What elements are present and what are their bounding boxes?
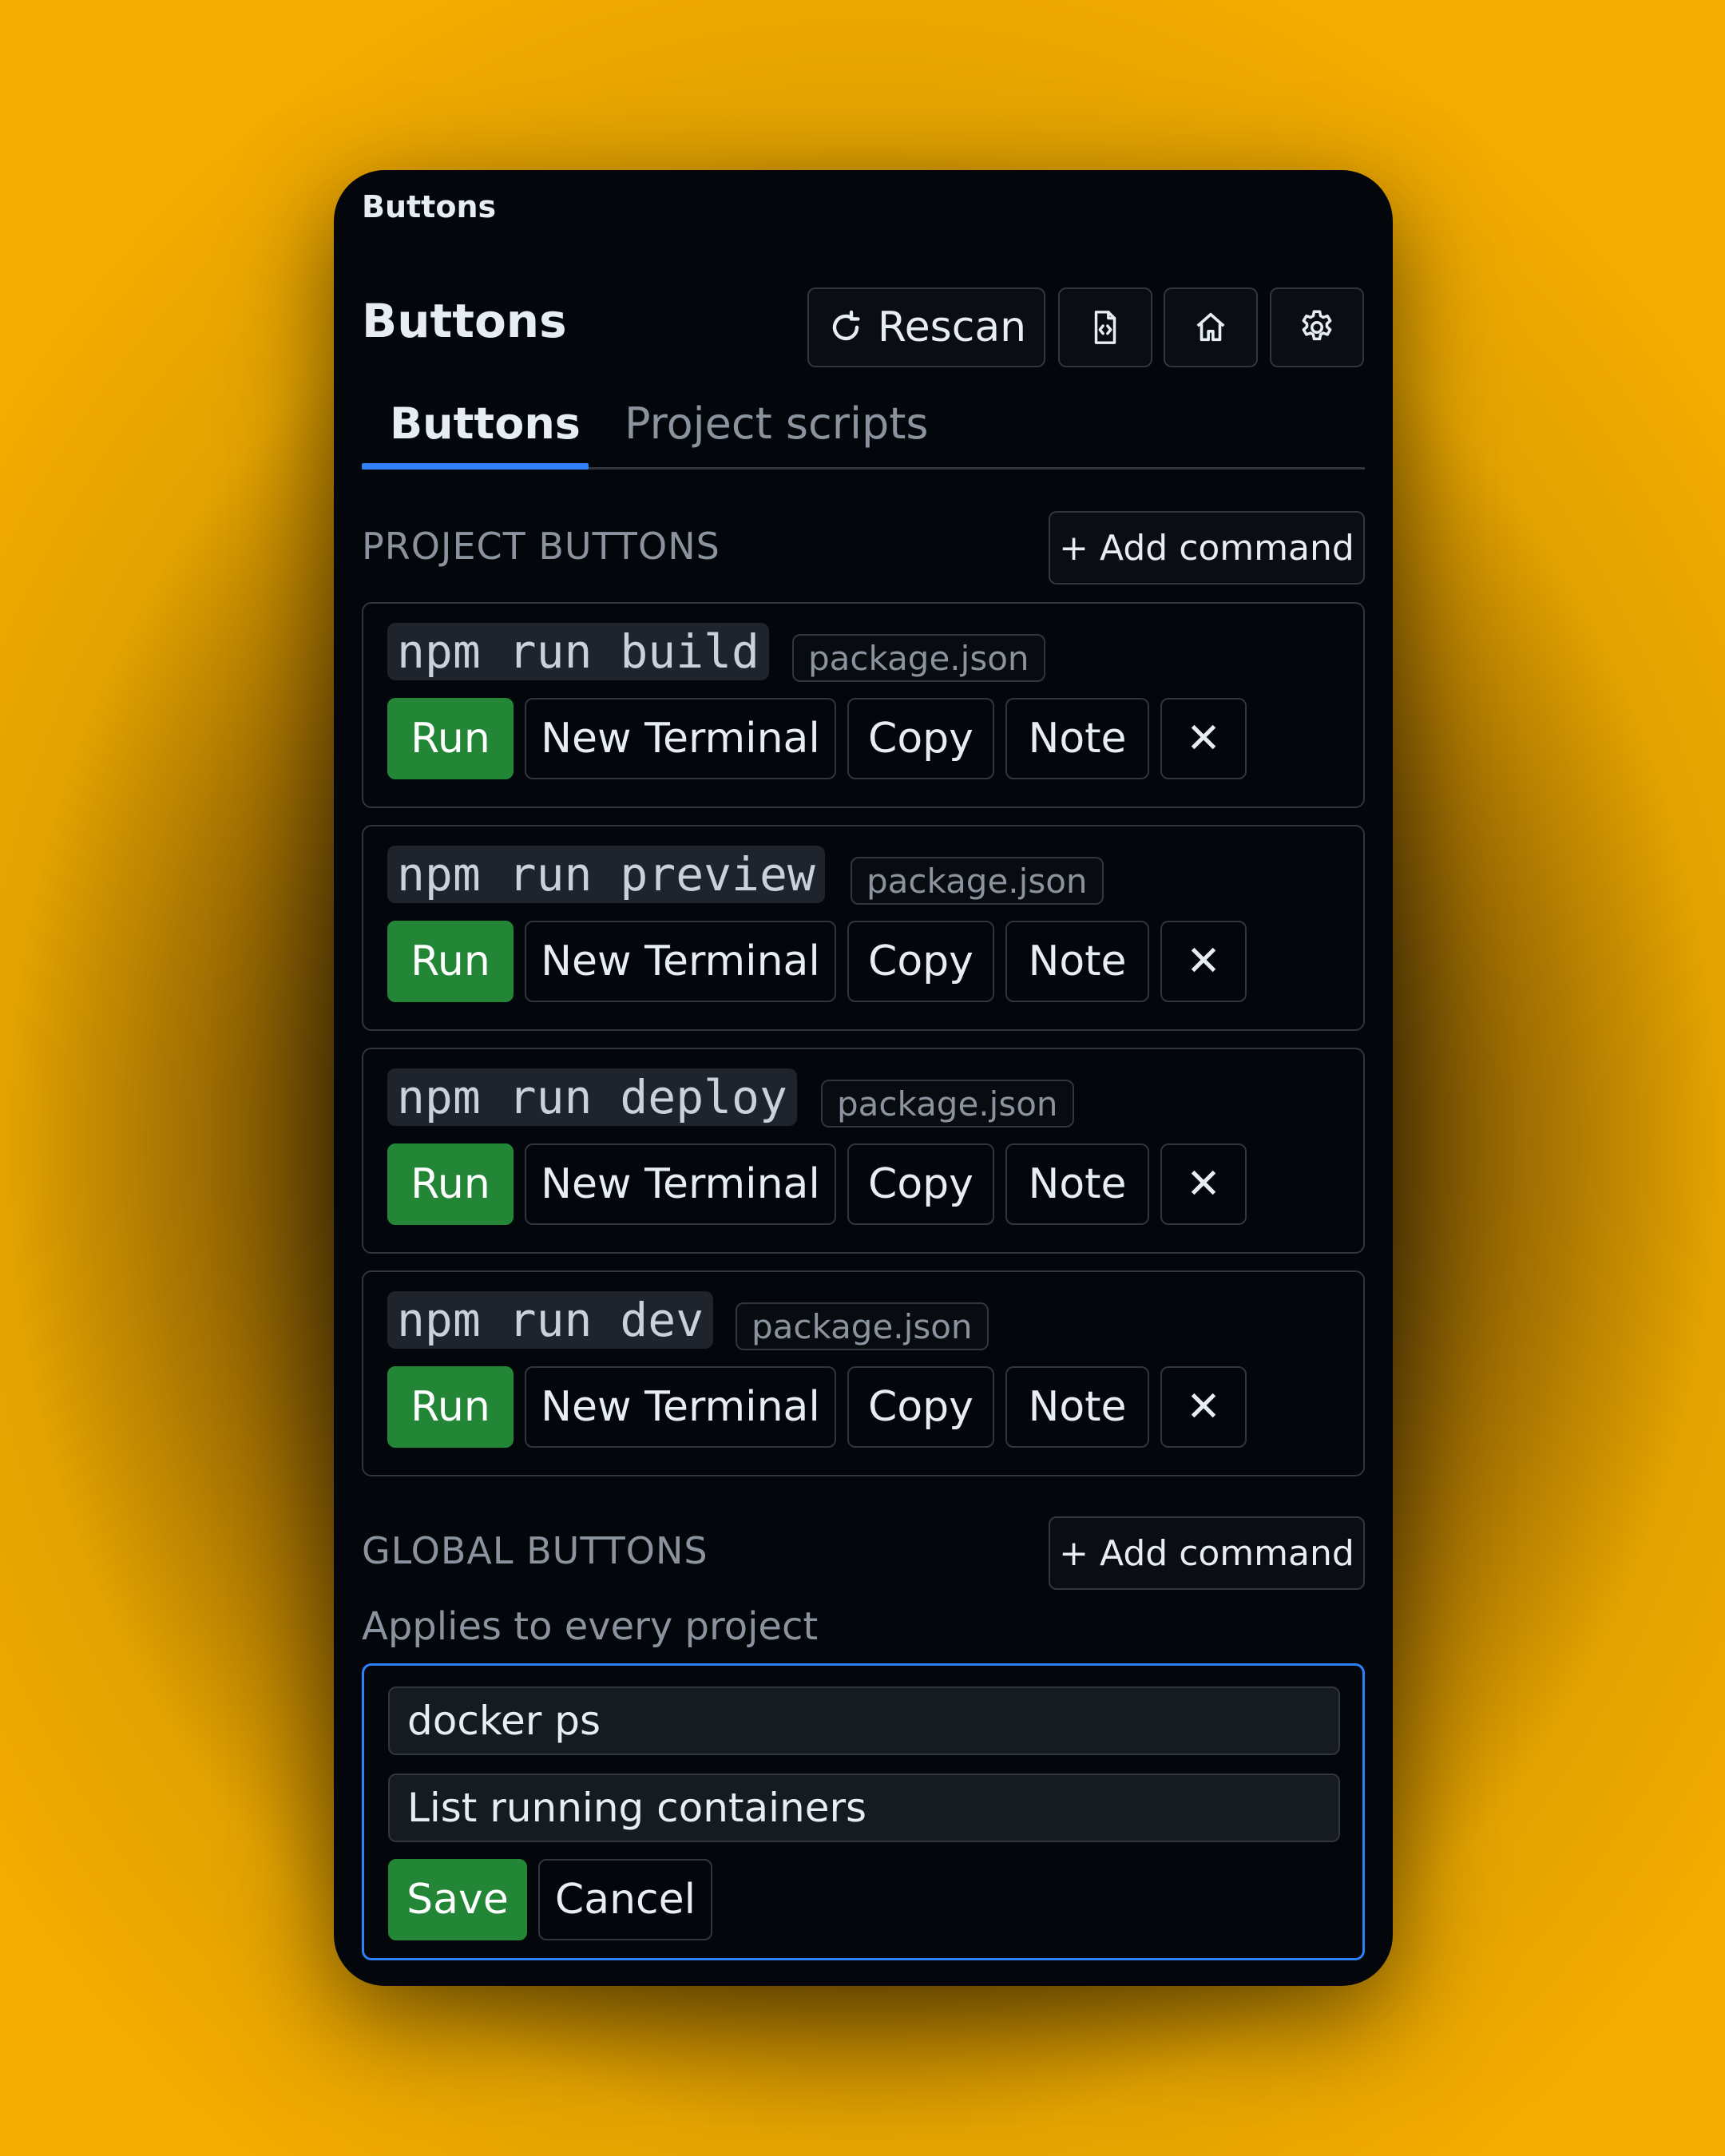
global-buttons-heading: GLOBAL BUTTONS (362, 1529, 708, 1572)
close-icon: ✕ (1186, 1160, 1221, 1208)
copy-button[interactable]: Copy (847, 1366, 994, 1448)
home-button[interactable] (1164, 287, 1258, 367)
remove-button[interactable]: ✕ (1160, 698, 1247, 779)
close-icon: ✕ (1186, 715, 1221, 763)
new-terminal-button[interactable]: New Terminal (525, 698, 836, 779)
new-command-form: docker ps List running containers Save C… (362, 1663, 1365, 1960)
command-text: npm run build (387, 623, 769, 680)
file-code-icon (1087, 309, 1124, 346)
source-badge: package.json (736, 1302, 989, 1350)
command-input[interactable]: docker ps (388, 1686, 1340, 1755)
open-config-button[interactable] (1058, 287, 1152, 367)
close-icon: ✕ (1186, 937, 1221, 985)
run-button[interactable]: Run (387, 698, 514, 779)
remove-button[interactable]: ✕ (1160, 1143, 1247, 1225)
page-title: Buttons (362, 294, 567, 348)
project-buttons-heading: PROJECT BUTTONS (362, 525, 720, 568)
run-button[interactable]: Run (387, 1143, 514, 1225)
home-icon (1192, 309, 1229, 346)
new-terminal-button[interactable]: New Terminal (525, 1366, 836, 1448)
note-button[interactable]: Note (1005, 1366, 1149, 1448)
command-text: npm run deploy (387, 1068, 797, 1126)
note-button[interactable]: Note (1005, 921, 1149, 1002)
panel-label: Buttons (362, 189, 497, 224)
copy-button[interactable]: Copy (847, 921, 994, 1002)
remove-button[interactable]: ✕ (1160, 1366, 1247, 1448)
run-button[interactable]: Run (387, 1366, 514, 1448)
copy-button[interactable]: Copy (847, 698, 994, 779)
note-button[interactable]: Note (1005, 1143, 1149, 1225)
run-button[interactable]: Run (387, 921, 514, 1002)
rescan-button[interactable]: Rescan (807, 287, 1045, 367)
command-text: npm run preview (387, 846, 825, 903)
command-text: npm run dev (387, 1291, 714, 1349)
add-project-command-button[interactable]: + Add command (1049, 511, 1365, 585)
cancel-button[interactable]: Cancel (538, 1859, 712, 1940)
command-card: npm run dev package.json Run New Termina… (362, 1270, 1365, 1476)
new-terminal-button[interactable]: New Terminal (525, 1143, 836, 1225)
tab-buttons[interactable]: Buttons (390, 389, 581, 458)
refresh-icon (827, 308, 865, 347)
gear-icon (1297, 307, 1337, 347)
source-badge: package.json (792, 634, 1045, 682)
note-input[interactable]: List running containers (388, 1774, 1340, 1842)
active-tab-indicator (362, 463, 589, 470)
add-global-command-button[interactable]: + Add command (1049, 1516, 1365, 1590)
close-icon: ✕ (1186, 1383, 1221, 1431)
buttons-panel: Buttons Buttons Rescan Buttons Project s… (334, 170, 1393, 1986)
command-card: npm run build package.json Run New Termi… (362, 602, 1365, 808)
rescan-label: Rescan (877, 303, 1027, 351)
save-button[interactable]: Save (388, 1859, 527, 1940)
remove-button[interactable]: ✕ (1160, 921, 1247, 1002)
copy-button[interactable]: Copy (847, 1143, 994, 1225)
command-card: npm run deploy package.json Run New Term… (362, 1048, 1365, 1254)
global-description: Applies to every project (362, 1604, 819, 1649)
tab-project-scripts[interactable]: Project scripts (625, 389, 929, 458)
source-badge: package.json (821, 1080, 1074, 1128)
note-button[interactable]: Note (1005, 698, 1149, 779)
source-badge: package.json (851, 857, 1104, 905)
new-terminal-button[interactable]: New Terminal (525, 921, 836, 1002)
command-card: npm run preview package.json Run New Ter… (362, 825, 1365, 1031)
settings-button[interactable] (1270, 287, 1364, 367)
